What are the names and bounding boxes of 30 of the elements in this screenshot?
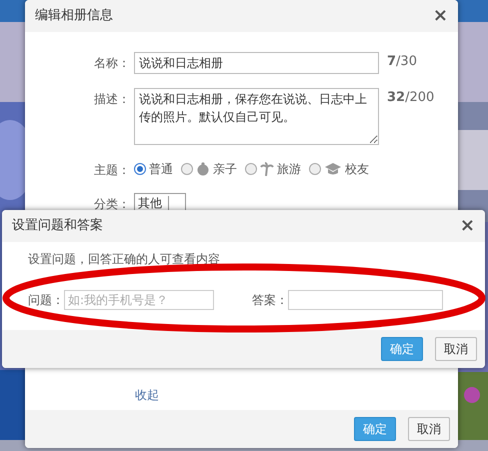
radio-button[interactable]	[134, 163, 146, 175]
dialog-title: 编辑相册信息	[35, 7, 113, 26]
field-label: 问题：	[28, 292, 64, 309]
field-label: 名称：	[93, 55, 130, 72]
palm-tree-icon	[260, 162, 274, 176]
graduation-cap-icon	[324, 162, 342, 176]
close-button[interactable]: ×	[460, 217, 475, 235]
dialog-title: 设置问题和答案	[12, 217, 103, 236]
radio-label: 亲子	[213, 161, 237, 178]
radio-button[interactable]	[309, 163, 321, 175]
hint-text: 设置问题，回答正确的人可查看内容	[28, 251, 221, 268]
char-count: 32/200	[387, 89, 434, 107]
char-count: 7/30	[387, 53, 417, 71]
radio-button[interactable]	[245, 163, 257, 175]
close-button[interactable]: ×	[432, 7, 448, 25]
radio-label: 校友	[345, 161, 369, 178]
cancel-button[interactable]: 取消	[408, 417, 450, 441]
collapse-link[interactable]: 收起	[135, 388, 159, 402]
field-label: 描述：	[93, 91, 130, 108]
field-label: 答案：	[252, 292, 288, 309]
radio-label: 旅游	[277, 161, 301, 178]
radio-button[interactable]	[181, 163, 193, 175]
name-field[interactable]: 说说和日志相册	[134, 52, 379, 74]
answer-field[interactable]	[288, 290, 443, 310]
field-label: 主题：	[93, 162, 130, 179]
description-field[interactable]: 说说和日志相册，保存您在说说、日志中上传的照片。默认仅自己可见。	[134, 88, 379, 145]
question-field[interactable]: 如:我的手机号是？	[64, 290, 214, 310]
cancel-button[interactable]: 取消	[435, 337, 477, 361]
field-label: 分类：	[93, 196, 130, 213]
radio-label: 普通	[149, 161, 173, 178]
